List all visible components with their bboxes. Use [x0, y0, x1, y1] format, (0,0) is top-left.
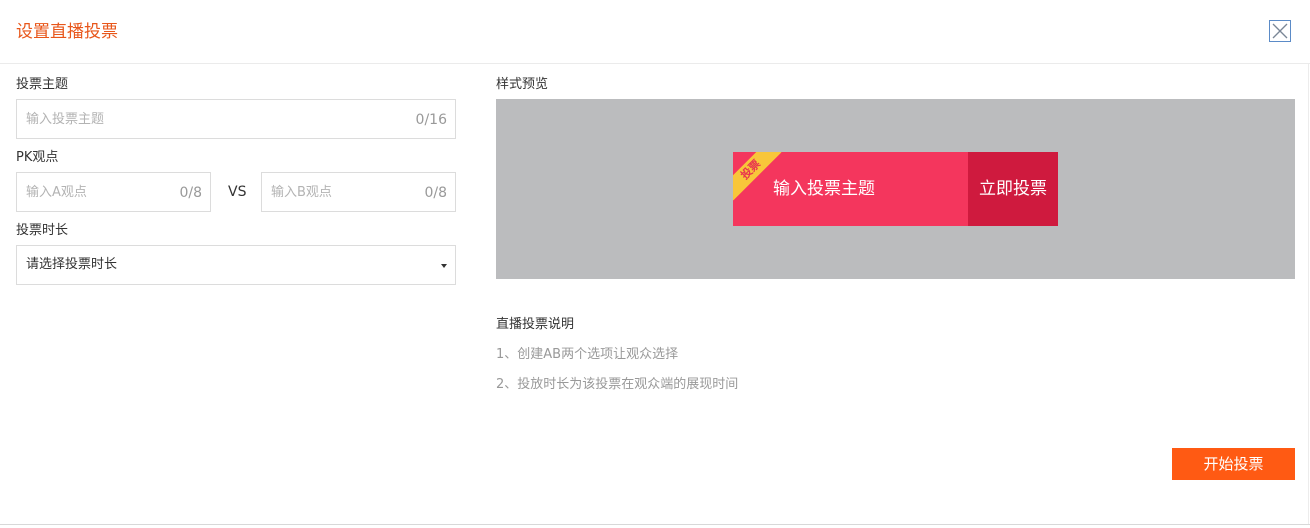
topic-field: 0/16	[16, 99, 456, 139]
banner-topic-text: 输入投票主题	[773, 179, 875, 199]
note-item: 2、投放时长为该投票在观众端的展现时间	[496, 377, 739, 392]
banner-vote-now-button: 立即投票	[968, 152, 1058, 226]
style-preview-panel: 投票 输入投票主题 立即投票	[496, 99, 1295, 279]
note-item: 1、创建AB两个选项让观众选择	[496, 347, 679, 362]
option-a-char-counter: 0/8	[179, 185, 202, 201]
dialog-title: 设置直播投票	[16, 22, 118, 42]
close-x-icon	[1272, 23, 1288, 39]
topic-char-counter: 0/16	[415, 112, 447, 128]
option-a-field: 0/8	[16, 172, 211, 212]
right-divider	[1308, 64, 1309, 524]
preview-label: 样式预览	[496, 77, 549, 92]
duration-selected-value: 请选择投票时长	[26, 257, 118, 272]
vote-banner-preview: 投票 输入投票主题 立即投票	[733, 152, 1058, 226]
start-vote-button[interactable]: 开始投票	[1172, 448, 1295, 480]
vote-settings-dialog: 设置直播投票 投票主题 0/16 PK观点 0/8 VS 0/8 投票时长 请选…	[0, 0, 1310, 528]
topic-input[interactable]	[17, 100, 455, 138]
option-b-char-counter: 0/8	[424, 185, 447, 201]
vs-label: VS	[228, 184, 247, 200]
option-b-field: 0/8	[261, 172, 456, 212]
duration-select[interactable]: 请选择投票时长	[16, 245, 456, 285]
dialog-header: 设置直播投票	[0, 0, 1310, 64]
topic-label: 投票主题	[16, 77, 69, 92]
notes-title: 直播投票说明	[496, 317, 575, 332]
pk-label: PK观点	[16, 150, 59, 165]
bottom-divider	[0, 524, 1310, 525]
duration-label: 投票时长	[16, 223, 69, 238]
caret-down-icon	[441, 264, 447, 268]
close-button[interactable]	[1269, 20, 1291, 42]
